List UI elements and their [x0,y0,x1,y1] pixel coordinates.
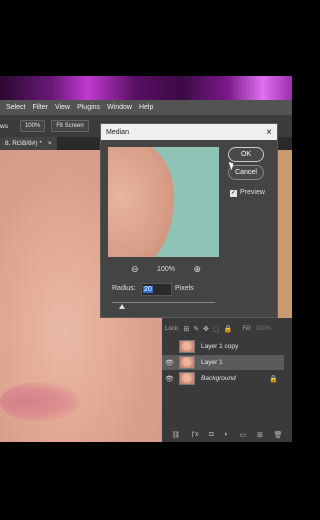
visibility-off-icon[interactable] [164,343,175,350]
preview-checkbox[interactable]: ✓ [230,190,237,197]
lock-position-icon[interactable]: ✥ [203,325,209,333]
close-tab-icon[interactable]: × [48,140,52,147]
lock-paint-icon[interactable]: ✎ [193,325,199,333]
radius-slider-track[interactable] [112,302,215,303]
zoom-row: ⊖ 100% ⊕ [131,264,201,274]
menu-bar: Select Filter View Plugins Window Help [0,100,292,115]
layer-thumbnail [179,340,195,353]
link-icon[interactable]: ⛓ [171,431,180,439]
close-icon[interactable]: × [266,127,272,138]
preview-face-image [108,147,174,257]
layer-row-layer1[interactable]: 👁 Layer 1 [162,355,284,370]
radius-slider-thumb[interactable] [119,304,125,309]
lock-transparent-icon[interactable]: ⊞ [183,325,189,333]
layer-row-background[interactable]: 👁 Background 🔒 [162,371,284,386]
radius-label: Radius: [112,285,136,292]
layer-name: Layer 1 copy [201,343,239,350]
layer-thumbnail [179,372,195,385]
layer-name: Background [201,375,236,382]
layer-row-layer1-copy[interactable]: Layer 1 copy [162,339,284,354]
folder-icon[interactable]: ▭ [239,431,246,439]
dialog-title-bar[interactable]: Median × [101,124,277,140]
lock-icon: 🔒 [269,375,278,383]
zoom-in-icon[interactable]: ⊕ [193,264,201,275]
layers-bottom-bar: ⛓ ƒx ◘ ◐ ▭ ⊞ 🗑 [162,427,292,442]
dialog-title: Median [106,128,129,136]
options-prefix: ws [0,122,8,130]
lock-label: Lock: [165,326,180,332]
preview-label: Preview [240,189,265,196]
menu-help[interactable]: Help [139,104,153,111]
new-layer-icon[interactable]: ⊞ [257,431,263,439]
fill-label: Fill: [242,326,252,332]
radius-value: 20 [143,286,153,293]
zoom-level: 100% [157,265,175,273]
radius-input[interactable]: 20 [141,283,172,296]
document-tab[interactable]: 8, RGB/8#) * × [0,137,57,150]
zoom-100-button[interactable]: 100% [19,120,46,132]
fx-icon[interactable]: ƒx [191,431,198,438]
lock-artboard-icon[interactable]: ⬚ [213,325,220,333]
menu-filter[interactable]: Filter [32,104,48,111]
eye-icon[interactable]: 👁 [164,375,175,383]
menu-plugins[interactable]: Plugins [77,104,100,111]
layer-thumbnail [179,356,195,369]
fill-value[interactable]: 100% [256,326,271,332]
document-tab-title: 8, RGB/8#) * [5,140,42,147]
layer-name: Layer 1 [201,359,223,366]
menu-view[interactable]: View [55,104,70,111]
adjustment-icon[interactable]: ◐ [224,431,228,438]
radius-units: Pixels [175,285,194,292]
menu-window[interactable]: Window [107,104,132,111]
menu-select[interactable]: Select [6,104,25,111]
trash-icon[interactable]: 🗑 [274,431,283,439]
lock-all-icon[interactable]: 🔒 [224,325,233,333]
fit-screen-button[interactable]: Fit Screen [51,120,89,132]
zoom-out-icon[interactable]: ⊖ [131,264,139,275]
eye-icon[interactable]: 👁 [164,359,175,367]
filter-preview[interactable] [108,147,219,257]
window-title-graphic [0,76,292,100]
layers-lock-row: Lock: ⊞ ✎ ✥ ⬚ 🔒 Fill: 100% [162,322,292,336]
median-dialog: Median × OK Cancel ✓ Preview ⊖ 100% ⊕ Ra… [100,123,278,318]
canvas-image-lips [0,382,80,422]
ok-button[interactable]: OK [228,147,264,162]
mask-icon[interactable]: ◘ [209,431,213,438]
